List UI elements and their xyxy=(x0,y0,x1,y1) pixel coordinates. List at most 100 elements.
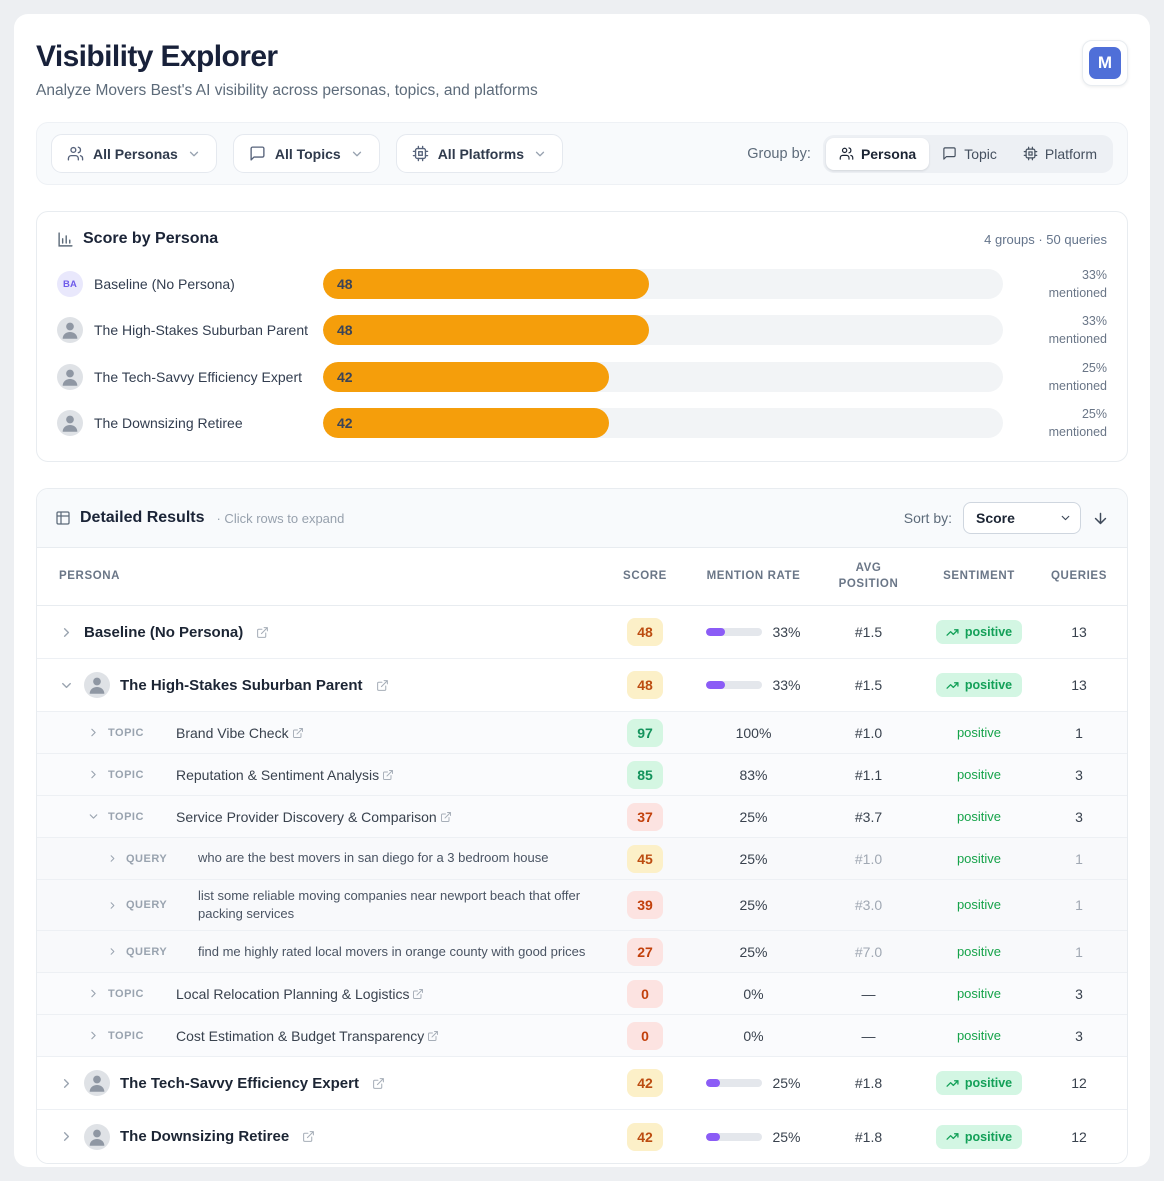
mention-label: 33%mentioned xyxy=(1017,312,1107,348)
main-card: Visibility Explorer Analyze Movers Best'… xyxy=(14,14,1150,1167)
avg-position-value: #1.0 xyxy=(855,725,882,741)
column-header-sentiment: SENTIMENT xyxy=(927,569,1031,585)
row-type-label: QUERY xyxy=(126,899,178,911)
avg-position-value: — xyxy=(862,986,876,1002)
table-row-query[interactable]: QUERY who are the best movers in san die… xyxy=(37,838,1127,880)
chevron-down-icon xyxy=(187,147,201,161)
external-link-icon[interactable] xyxy=(372,1077,385,1090)
external-link-icon[interactable] xyxy=(376,679,389,692)
external-link-icon[interactable] xyxy=(382,769,394,781)
column-header-persona: PERSONA xyxy=(37,569,593,585)
chevron-right-icon[interactable] xyxy=(59,1076,74,1091)
sentiment-text: positive xyxy=(957,809,1001,824)
users-icon xyxy=(67,145,84,162)
filter-personas-dropdown[interactable]: All Personas xyxy=(51,134,217,173)
table-row-topic[interactable]: TOPIC Brand Vibe Check 97 100% #1.0 posi… xyxy=(37,712,1127,754)
score-bar: 42 xyxy=(323,362,609,392)
filter-topics-dropdown[interactable]: All Topics xyxy=(233,134,380,173)
sentiment-text: positive xyxy=(957,725,1001,740)
chevron-right-icon[interactable] xyxy=(87,987,100,1000)
chevron-right-icon[interactable] xyxy=(87,726,100,739)
queries-count: 1 xyxy=(1075,944,1083,960)
chart-row-label: Baseline (No Persona) xyxy=(94,276,235,292)
group-by-platform-button[interactable]: Platform xyxy=(1010,138,1110,170)
score-bar-track: 42 xyxy=(323,362,1003,392)
avg-position-value: #3.7 xyxy=(855,809,882,825)
person-icon xyxy=(59,366,81,388)
score-bar-value: 42 xyxy=(337,369,353,385)
score-bar: 42 xyxy=(323,408,609,438)
chevron-down-icon[interactable] xyxy=(59,678,74,693)
mention-rate-value: 0% xyxy=(743,1028,763,1044)
score-badge: 85 xyxy=(627,761,663,789)
table-row-persona[interactable]: Baseline (No Persona) 48 33% #1.5 positi… xyxy=(37,606,1127,659)
avatar xyxy=(84,1070,110,1096)
mention-rate-value: 33% xyxy=(772,624,800,640)
table-row-topic[interactable]: TOPIC Local Relocation Planning & Logist… xyxy=(37,973,1127,1015)
sort-direction-button[interactable] xyxy=(1092,510,1109,527)
table-column-headers: PERSONA SCORE MENTION RATE AVG POSITION … xyxy=(37,548,1127,606)
external-link-icon[interactable] xyxy=(292,727,304,739)
column-header-mention-rate: MENTION RATE xyxy=(697,569,810,585)
sentiment-text: positive xyxy=(957,1028,1001,1043)
score-bar-value: 48 xyxy=(337,322,353,338)
mention-label: 25%mentioned xyxy=(1017,405,1107,441)
external-link-icon[interactable] xyxy=(427,1030,439,1042)
sort-select[interactable]: Score xyxy=(963,502,1081,534)
table-row-query[interactable]: QUERY list some reliable moving companie… xyxy=(37,880,1127,931)
external-link-icon[interactable] xyxy=(440,811,452,823)
filter-platforms-dropdown[interactable]: All Platforms xyxy=(396,134,563,173)
chevron-down-icon xyxy=(533,147,547,161)
sentiment-badge: positive xyxy=(936,673,1022,697)
column-header-avg-position: AVG POSITION xyxy=(836,561,902,592)
group-by-persona-button[interactable]: Persona xyxy=(826,138,929,170)
score-badge: 48 xyxy=(627,618,663,646)
mention-rate-value: 25% xyxy=(739,851,767,867)
cpu-chip-icon xyxy=(1023,146,1038,161)
row-type-label: TOPIC xyxy=(108,1030,160,1042)
chevron-right-icon[interactable] xyxy=(107,853,118,864)
score-badge: 97 xyxy=(627,719,663,747)
chevron-right-icon[interactable] xyxy=(107,900,118,911)
queries-count: 13 xyxy=(1071,624,1087,640)
score-badge: 39 xyxy=(627,891,663,919)
chevron-right-icon[interactable] xyxy=(107,946,118,957)
table-row-topic[interactable]: TOPIC Reputation & Sentiment Analysis 85… xyxy=(37,754,1127,796)
topic-name: Local Relocation Planning & Logistics xyxy=(176,986,409,1002)
chevron-down-icon[interactable] xyxy=(87,810,100,823)
table-row-query[interactable]: QUERY find me highly rated local movers … xyxy=(37,931,1127,973)
table-row-persona[interactable]: The High-Stakes Suburban Parent 48 33% #… xyxy=(37,659,1127,712)
table-row-persona[interactable]: The Tech-Savvy Efficiency Expert 42 25% … xyxy=(37,1057,1127,1110)
query-text: find me highly rated local movers in ora… xyxy=(198,936,585,968)
score-badge: 48 xyxy=(627,671,663,699)
sentiment-text: positive xyxy=(957,851,1001,866)
group-by-topic-button[interactable]: Topic xyxy=(929,138,1010,170)
chart-row-label: The High-Stakes Suburban Parent xyxy=(94,322,308,338)
brand-logo: M xyxy=(1082,40,1128,86)
table-row-topic[interactable]: TOPIC Service Provider Discovery & Compa… xyxy=(37,796,1127,838)
sentiment-text: positive xyxy=(957,986,1001,1001)
row-type-label: QUERY xyxy=(126,853,178,865)
arrow-down-icon xyxy=(1092,510,1109,527)
chevron-right-icon[interactable] xyxy=(59,625,74,640)
score-badge: 42 xyxy=(627,1123,663,1151)
external-link-icon[interactable] xyxy=(256,626,269,639)
chevron-right-icon[interactable] xyxy=(59,1129,74,1144)
external-link-icon[interactable] xyxy=(302,1130,315,1143)
avatar xyxy=(57,410,83,436)
sentiment-text: positive xyxy=(957,944,1001,959)
table-row-persona[interactable]: The Downsizing Retiree 42 25% #1.8 posit… xyxy=(37,1110,1127,1163)
table-row-topic[interactable]: TOPIC Cost Estimation & Budget Transpare… xyxy=(37,1015,1127,1057)
score-badge: 27 xyxy=(627,938,663,966)
avatar xyxy=(84,672,110,698)
mention-rate-bar xyxy=(706,1079,762,1087)
avatar: BA xyxy=(57,271,83,297)
avatar xyxy=(57,364,83,390)
score-bar-value: 48 xyxy=(337,276,353,292)
avg-position-value: #1.1 xyxy=(855,767,882,783)
chevron-right-icon[interactable] xyxy=(87,1029,100,1042)
filter-personas-label: All Personas xyxy=(93,146,178,162)
queries-count: 1 xyxy=(1075,725,1083,741)
chevron-right-icon[interactable] xyxy=(87,768,100,781)
external-link-icon[interactable] xyxy=(412,988,424,1000)
